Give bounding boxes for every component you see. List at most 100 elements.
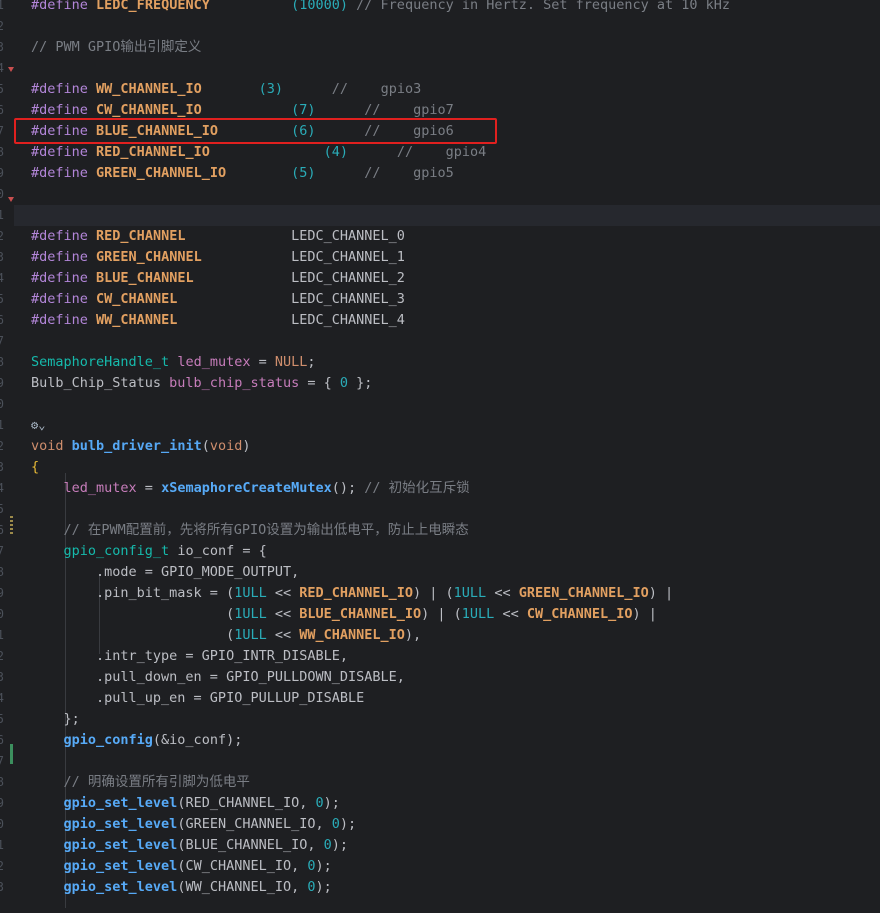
code-token: ); xyxy=(339,816,357,832)
line-number: 7 xyxy=(0,334,4,348)
code-token: ); xyxy=(315,858,332,874)
code-line[interactable]: #define WW_CHANNEL LEDC_CHANNEL_4 xyxy=(31,310,405,331)
line-number: 5 xyxy=(0,712,4,726)
code-token: ); xyxy=(331,837,349,853)
code-line[interactable]: .pull_down_en = GPIO_PULLDOWN_DISABLE, xyxy=(31,667,405,688)
code-token: (10000) xyxy=(291,0,349,13)
code-line[interactable]: #define RED_CHANNEL_IO (4) // gpio4 xyxy=(31,142,486,163)
line-number: 4 xyxy=(0,691,4,705)
code-line[interactable]: .mode = GPIO_MODE_OUTPUT, xyxy=(31,562,299,583)
code-token: xSemaphoreCreateMutex xyxy=(161,480,332,496)
line-number: 9 xyxy=(0,166,4,180)
code-editor[interactable]: 1 2 3 4 5 6 7 8 9 0 1 2 3 4 5 6 7 8 9 0 1 2 3 4 5 6 7 8 9 0 1 2 3 4 5 6 7 8 9 0… xyxy=(0,0,880,913)
code-token: // gpio4 xyxy=(396,144,487,160)
code-token: io_conf = { xyxy=(169,543,267,559)
code-token: }; xyxy=(348,375,373,391)
code-line[interactable]: #define GREEN_CHANNEL LEDC_CHANNEL_1 xyxy=(31,247,405,268)
code-line[interactable]: gpio_set_level(GREEN_CHANNEL_IO, 0); xyxy=(31,814,357,835)
code-token: Bulb_Chip_Status xyxy=(31,375,170,391)
code-token: // Frequency in Hertz. Set frequency at … xyxy=(356,0,731,13)
code-line[interactable]: #define BLUE_CHANNEL LEDC_CHANNEL_2 xyxy=(31,268,405,289)
code-vision-icon[interactable]: ⚙⌄ xyxy=(31,418,45,432)
vcs-change-marker[interactable] xyxy=(10,516,13,536)
code-line[interactable]: void bulb_driver_init(void) xyxy=(31,436,251,457)
code-line[interactable]: // 在PWM配置前，先将所有GPIO设置为输出低电平，防止上电瞬态 xyxy=(31,520,469,541)
code-token: #define xyxy=(31,144,88,160)
fold-marker-icon[interactable] xyxy=(8,197,14,202)
line-number: 9 xyxy=(0,796,4,810)
fold-marker-icon[interactable] xyxy=(8,67,14,72)
code-token: #define xyxy=(31,81,88,97)
code-line[interactable]: Bulb_Chip_Status bulb_chip_status = { 0 … xyxy=(31,373,372,394)
code-token: gpio_config xyxy=(63,732,153,748)
code-token: LEDC_CHANNEL_3 xyxy=(291,291,405,307)
code-token: #define xyxy=(31,102,88,118)
code-line[interactable]: gpio_set_level(RED_CHANNEL_IO, 0); xyxy=(31,793,340,814)
code-token: << xyxy=(266,585,300,601)
code-token: WW_CHANNEL xyxy=(96,312,178,328)
code-line[interactable]: gpio_set_level(CW_CHANNEL_IO, 0); xyxy=(31,856,332,877)
code-line[interactable]: .pin_bit_mask = (1ULL << RED_CHANNEL_IO)… xyxy=(31,583,673,604)
code-token: LEDC_CHANNEL_4 xyxy=(291,312,405,328)
code-token: GREEN_CHANNEL_IO xyxy=(518,585,649,601)
code-line[interactable]: gpio_set_level(BLUE_CHANNEL_IO, 0); xyxy=(31,835,349,856)
code-line[interactable]: (1ULL << BLUE_CHANNEL_IO) | (1ULL << CW_… xyxy=(31,604,657,625)
code-token: .intr_type = GPIO_INTR_DISABLE, xyxy=(31,648,348,664)
line-number: 5 xyxy=(0,292,4,306)
code-token: (RED_CHANNEL_IO, xyxy=(177,795,316,811)
code-token: CW_CHANNEL_IO xyxy=(526,606,633,622)
code-token: .pin_bit_mask = ( xyxy=(31,585,235,601)
code-line[interactable]: #define GREEN_CHANNEL_IO (5) // gpio5 xyxy=(31,163,454,184)
code-token: NULL xyxy=(274,354,308,370)
code-token: gpio_set_level xyxy=(63,858,178,874)
code-line[interactable]: (1ULL << WW_CHANNEL_IO), xyxy=(31,625,421,646)
code-token: LEDC_CHANNEL_1 xyxy=(291,249,405,265)
code-line[interactable]: gpio_config(&io_conf); xyxy=(31,730,243,751)
code-line[interactable]: #define CW_CHANNEL LEDC_CHANNEL_3 xyxy=(31,289,405,310)
code-token: << xyxy=(494,606,527,622)
code-token: #define xyxy=(31,228,88,244)
code-line[interactable]: // 明确设置所有引脚为低电平 xyxy=(31,772,250,793)
code-line[interactable]: // PWM GPIO输出引脚定义 xyxy=(31,37,201,58)
line-number: 3 xyxy=(0,460,4,474)
code-token: bulb_chip_status xyxy=(169,375,300,391)
line-number: 6 xyxy=(0,523,4,537)
code-token: 0 xyxy=(323,837,332,853)
code-line[interactable]: #define WW_CHANNEL_IO (3) // gpio3 xyxy=(31,79,421,100)
code-token: // 初始化互斥锁 xyxy=(364,480,470,496)
code-line[interactable]: ⚙⌄ xyxy=(31,415,45,436)
code-token: // gpio7 xyxy=(364,102,454,118)
code-line[interactable]: gpio_config_t io_conf = { xyxy=(31,541,267,562)
line-number: 1 xyxy=(0,838,4,852)
line-number: 7 xyxy=(0,754,4,768)
code-line[interactable]: .intr_type = GPIO_INTR_DISABLE, xyxy=(31,646,348,667)
code-token: (BLUE_CHANNEL_IO, xyxy=(177,837,324,853)
code-line[interactable]: #define LEDC_FREQUENCY (10000) // Freque… xyxy=(31,0,730,16)
code-token: WW_CHANNEL_IO xyxy=(299,627,405,643)
code-token: ) | ( xyxy=(421,606,462,622)
code-token: void xyxy=(31,438,64,454)
code-line[interactable]: }; xyxy=(31,709,80,730)
vcs-change-marker[interactable] xyxy=(10,744,13,764)
code-token: SemaphoreHandle_t xyxy=(31,354,170,370)
line-number: 8 xyxy=(0,145,4,159)
code-line[interactable]: .pull_up_en = GPIO_PULLUP_DISABLE xyxy=(31,688,364,709)
code-line[interactable]: led_mutex = xSemaphoreCreateMutex(); // … xyxy=(31,478,470,499)
code-line[interactable]: { xyxy=(31,457,39,478)
code-token: BLUE_CHANNEL_IO xyxy=(299,606,422,622)
code-line[interactable]: #define RED_CHANNEL LEDC_CHANNEL_0 xyxy=(31,226,405,247)
code-line[interactable]: SemaphoreHandle_t led_mutex = NULL; xyxy=(31,352,316,373)
line-number: 8 xyxy=(0,565,4,579)
code-line[interactable]: gpio_set_level(WW_CHANNEL_IO, 0); xyxy=(31,877,332,898)
code-token: (3) xyxy=(258,81,284,97)
code-token: = xyxy=(136,480,162,496)
